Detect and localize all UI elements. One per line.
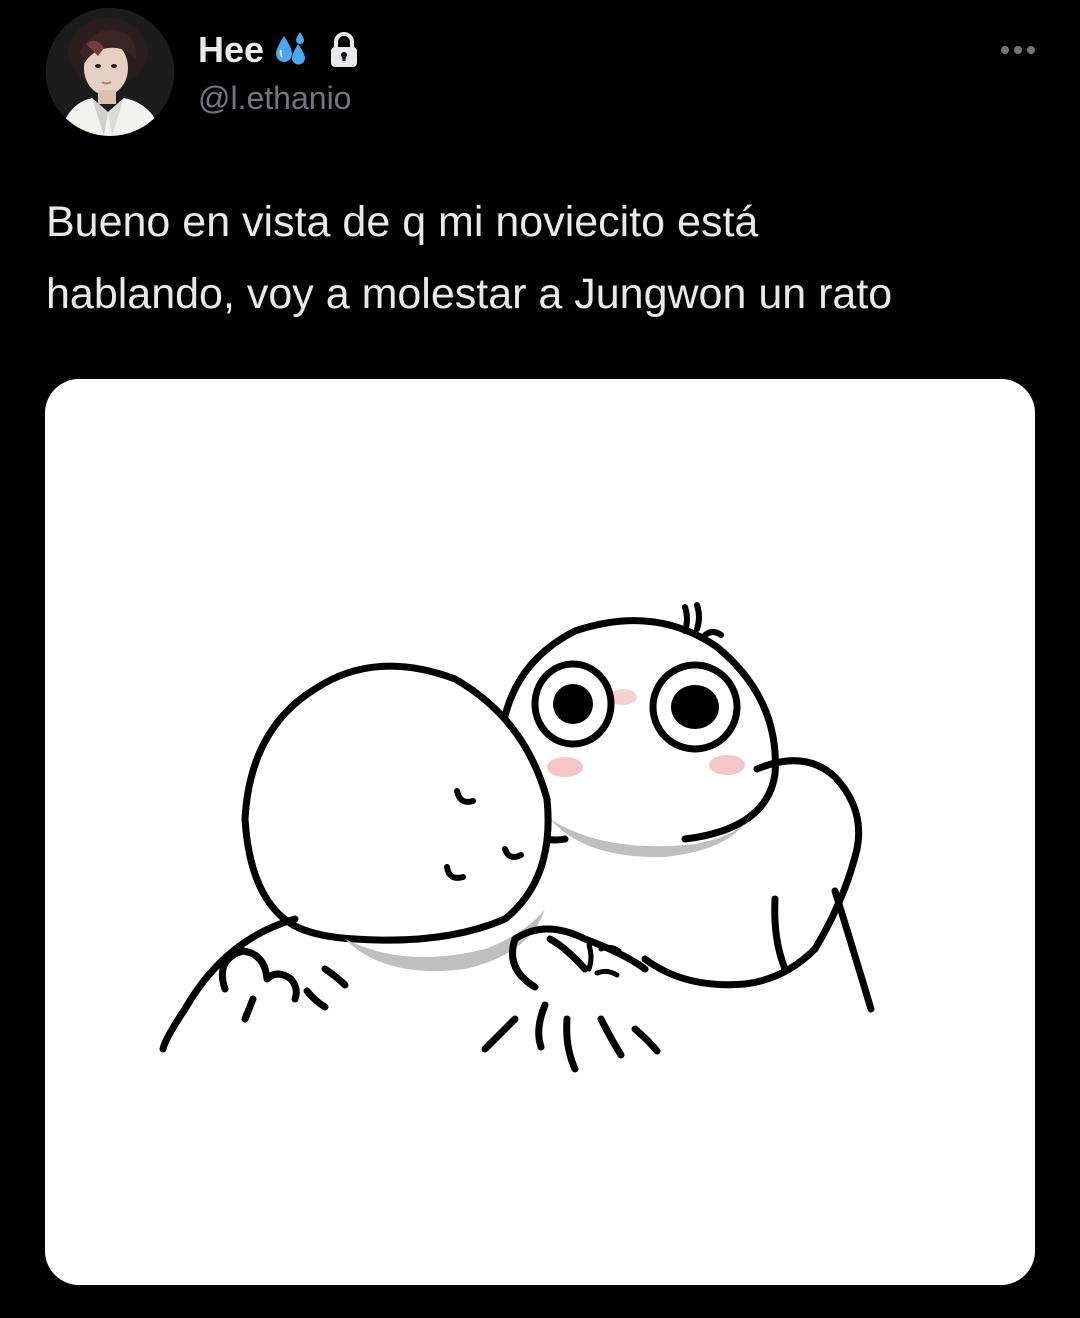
hugging-characters-illustration	[159, 602, 875, 1073]
avatar[interactable]	[46, 8, 174, 136]
lock-icon	[324, 30, 364, 70]
tweet-media-image[interactable]	[45, 379, 1035, 1285]
tweet-text: Bueno en vista de q mi noviecito está ha…	[46, 198, 893, 318]
tweet: Hee @l.ethanio Bueno en vista de q mi no…	[0, 0, 1080, 1318]
more-horizontal-icon	[1001, 46, 1035, 54]
sweat-droplets-emoji-icon	[270, 30, 310, 70]
author-handle[interactable]: @l.ethanio	[198, 80, 351, 117]
author-name-row[interactable]: Hee	[198, 28, 364, 72]
more-options-button[interactable]	[996, 36, 1040, 64]
display-name[interactable]: Hee	[198, 29, 264, 71]
